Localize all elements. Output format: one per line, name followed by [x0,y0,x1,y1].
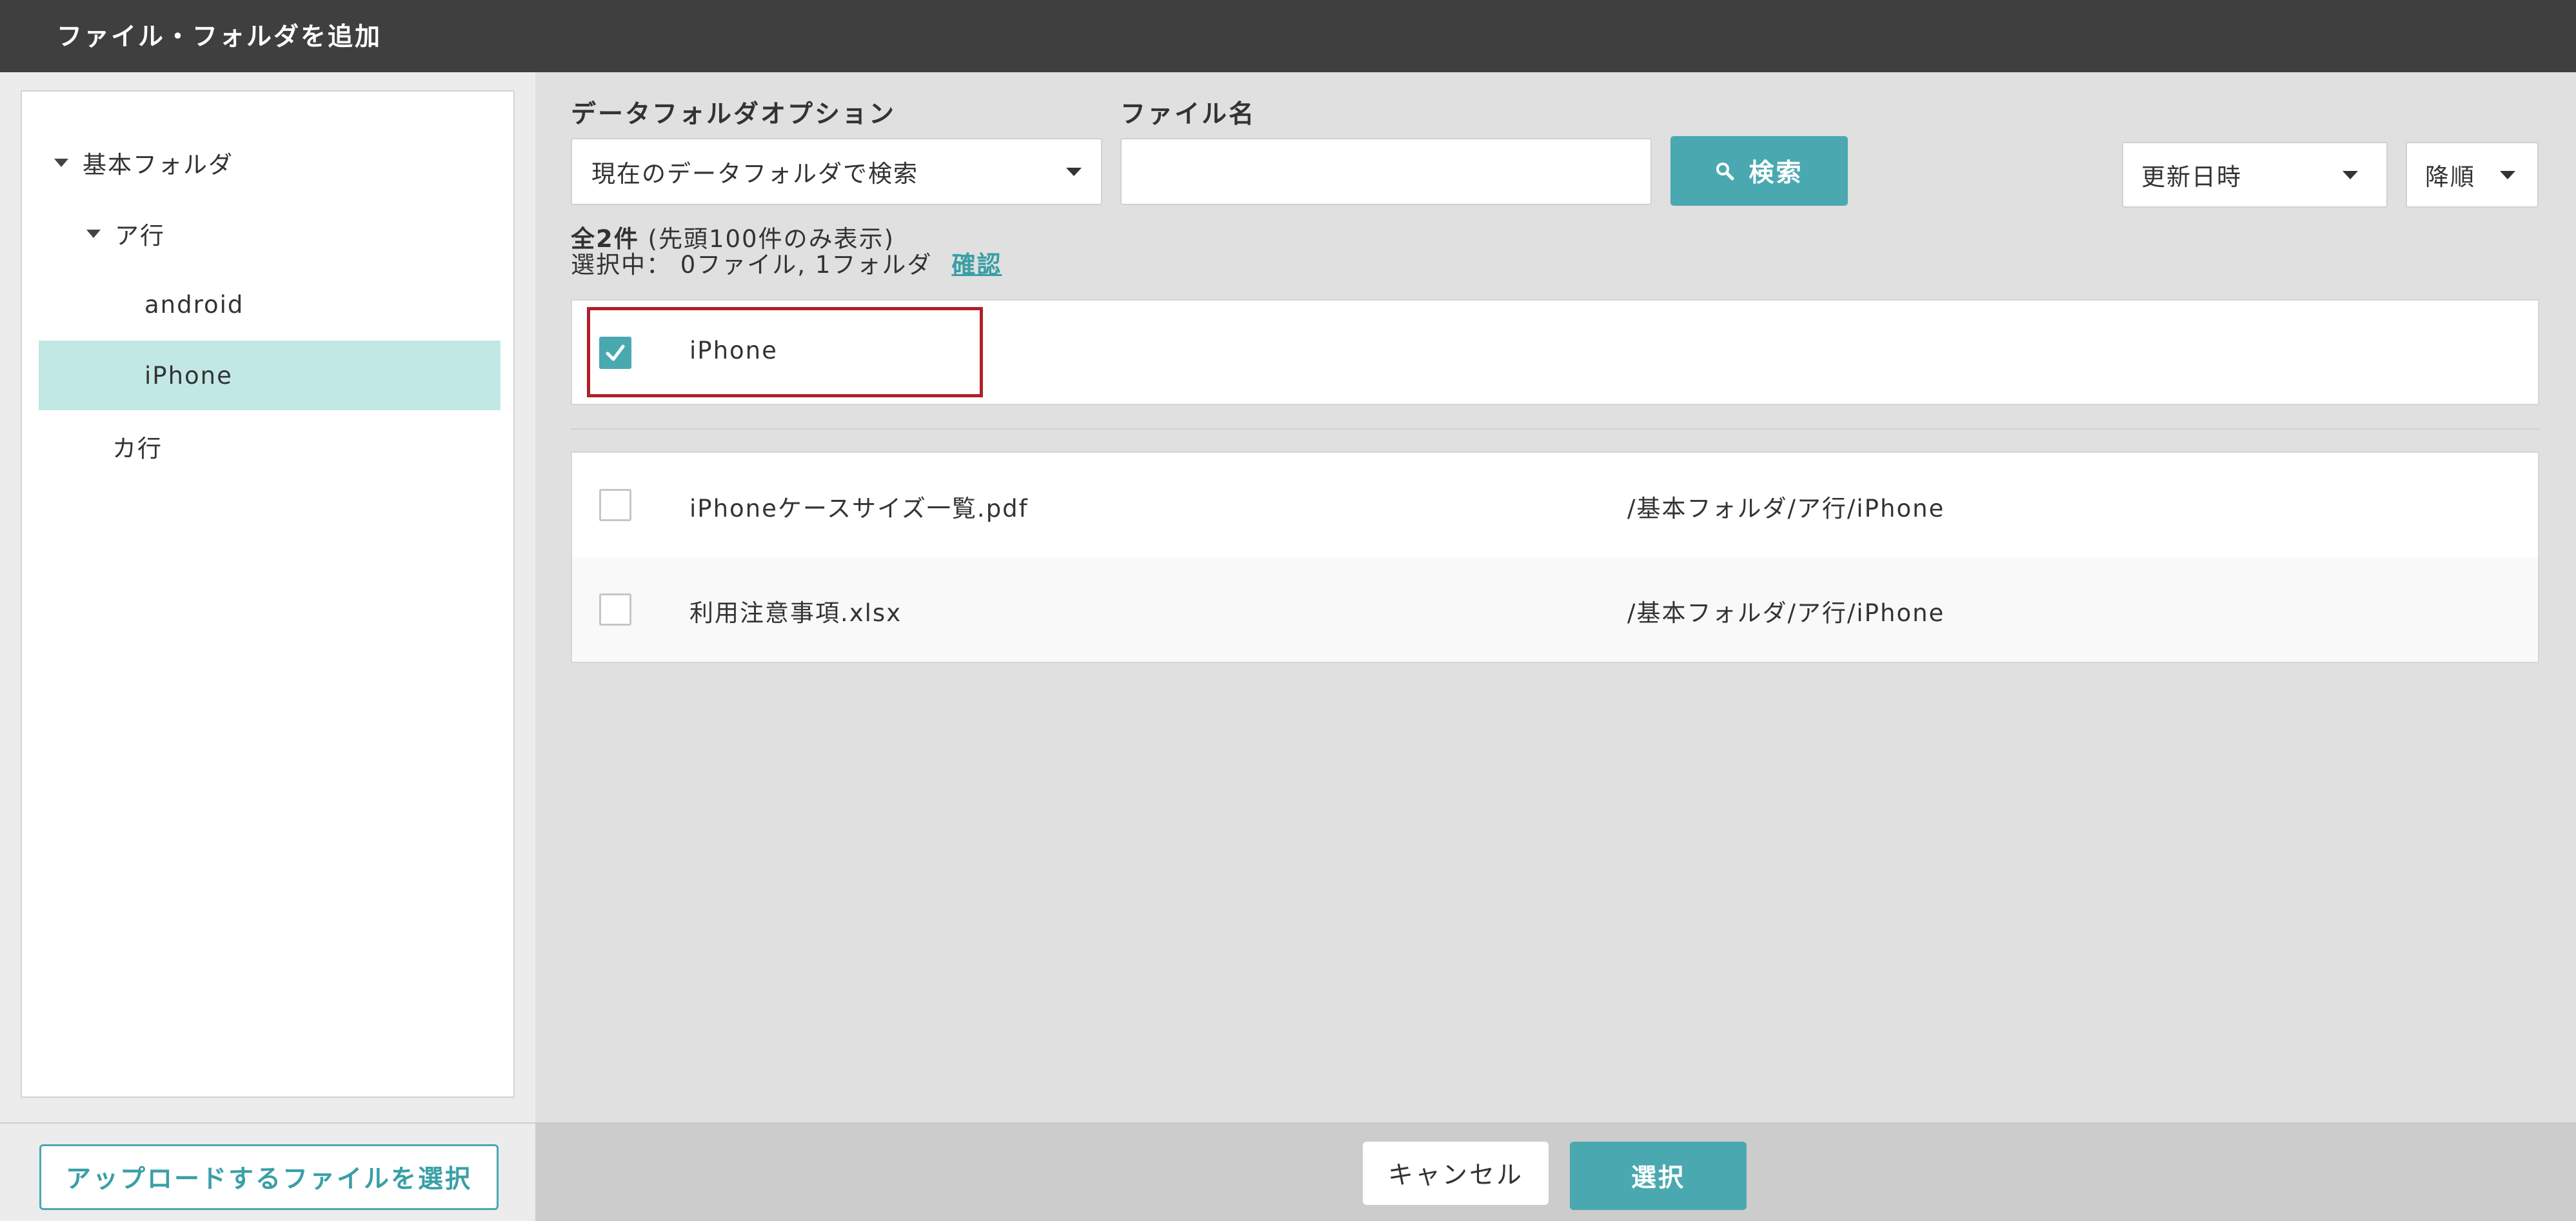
tree-item-kihon-folder[interactable]: 基本フォルダ [39,128,500,197]
confirm-link[interactable]: 確認 [951,251,1002,279]
file-path: /基本フォルダ/ア行/iPhone [1627,599,1945,627]
dialog-footer: キャンセル 選択 [535,1122,2576,1221]
sort-order-value: 降順 [2425,163,2475,191]
caret-down-icon[interactable] [54,158,68,167]
caret-down-icon[interactable] [86,229,101,238]
search-button[interactable]: 検索 [1670,136,1848,206]
cancel-button[interactable]: キャンセル [1363,1142,1549,1205]
folder-option-label: データフォルダオプション [571,100,897,129]
file-path: /基本フォルダ/ア行/iPhone [1627,495,1945,522]
select-button[interactable]: 選択 [1570,1142,1747,1210]
results-divider [571,428,2539,430]
folder-sidebar: 基本フォルダ ア行 android iPhone カ行 アップロードするファイル… [0,72,535,1221]
folder-tree: 基本フォルダ ア行 android iPhone カ行 [21,90,515,1098]
file-name[interactable]: iPhoneケースサイズ一覧.pdf [689,489,1029,524]
tree-item-label: iPhone [144,361,233,390]
tree-item-android[interactable]: android [39,270,500,339]
selection-summary: 選択中： 0ファイル, 1フォルダ 確認 [571,245,1002,280]
table-row[interactable]: iPhoneケースサイズ一覧.pdf /基本フォルダ/ア行/iPhone [572,453,2538,557]
tree-item-label: 基本フォルダ [83,151,233,179]
sort-field-select[interactable]: 更新日時 [2122,142,2388,208]
search-button-label: 検索 [1749,159,1803,188]
folder-option-select[interactable]: 現在のデータフォルダで検索 [571,138,1102,205]
tree-item-a-gyou[interactable]: ア行 [39,199,500,268]
dropdown-arrow-icon [2500,171,2515,179]
tree-item-ka-gyou[interactable]: カ行 [39,412,500,481]
dropdown-arrow-icon [1066,168,1082,176]
selection-count: 選択中： 0ファイル, 1フォルダ [571,251,933,279]
dialog-titlebar: ファイル・フォルダを追加 [0,0,2576,72]
file-results-card: iPhoneケースサイズ一覧.pdf /基本フォルダ/ア行/iPhone 利用注… [571,452,2539,663]
search-icon [1716,163,1734,181]
file-row-checkbox[interactable] [599,489,631,521]
file-name[interactable]: 利用注意事項.xlsx [689,593,902,628]
sort-order-select[interactable]: 降順 [2406,142,2539,208]
file-row-checkbox[interactable] [599,593,631,626]
filename-label: ファイル名 [1120,100,1256,129]
sort-field-value: 更新日時 [2141,163,2242,191]
table-row[interactable]: 利用注意事項.xlsx /基本フォルダ/ア行/iPhone [572,557,2538,662]
tree-item-iphone[interactable]: iPhone [39,341,500,410]
filename-input[interactable] [1120,138,1652,205]
main-panel: データフォルダオプション 現在のデータフォルダで検索 ファイル名 検索 更新日時… [535,72,2576,1122]
folder-option-value: 現在のデータフォルダで検索 [591,160,918,188]
sidebar-footer: アップロードするファイルを選択 [0,1122,535,1221]
tree-item-label: カ行 [112,435,163,462]
dropdown-arrow-icon [2343,171,2358,179]
tree-item-label: android [144,290,244,319]
selection-highlight [587,307,983,397]
dialog-title: ファイル・フォルダを追加 [57,23,382,52]
upload-file-button[interactable]: アップロードするファイルを選択 [39,1144,499,1210]
tree-item-label: ア行 [115,222,165,250]
